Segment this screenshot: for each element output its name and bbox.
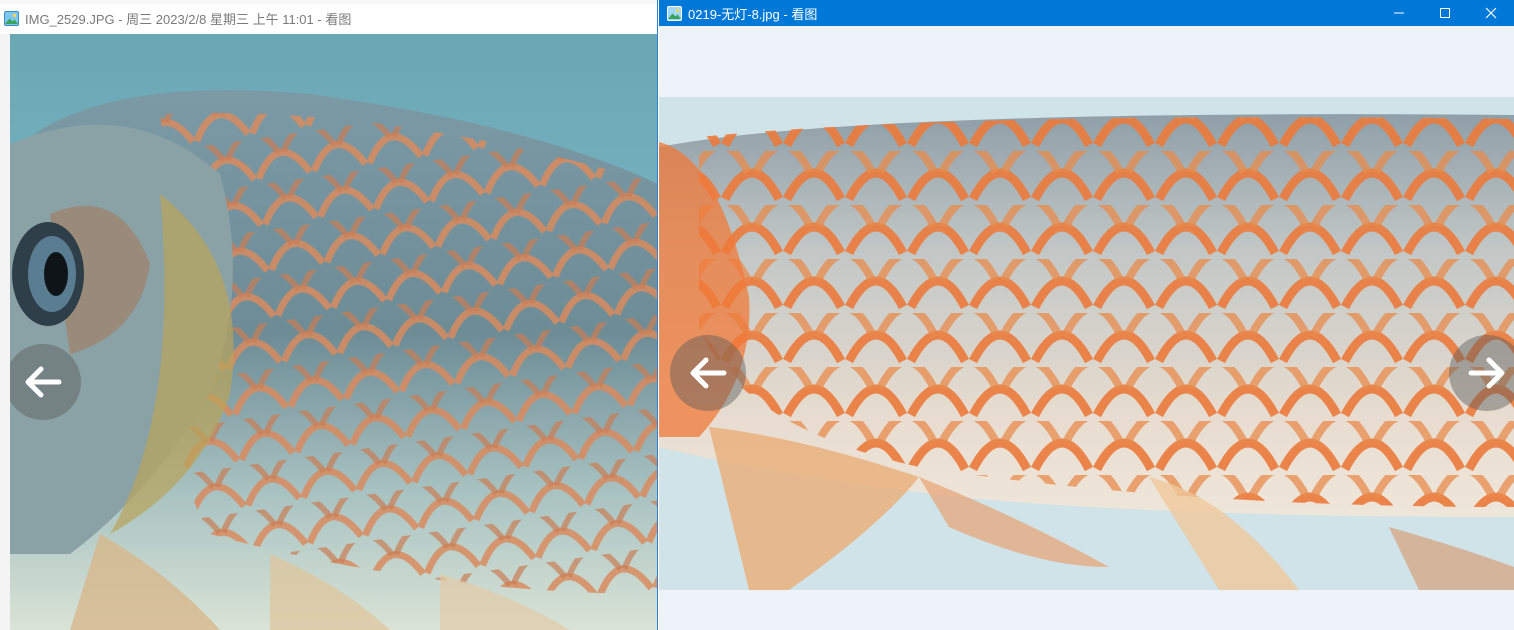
arrow-left-icon: [21, 360, 65, 404]
maximize-icon: [1439, 7, 1451, 19]
window-edge: [0, 34, 10, 630]
previous-image-button[interactable]: [670, 335, 746, 411]
close-icon: [1485, 7, 1497, 19]
minimize-icon: [1393, 7, 1405, 19]
window-title: 0219-无灯-8.jpg - 看图: [688, 6, 818, 22]
arrow-left-icon: [686, 351, 730, 395]
desktop: IMG_2529.JPG - 周三 2023/2/8 星期三 上午 11:01 …: [0, 0, 1514, 630]
window-controls: [1376, 0, 1514, 26]
image-canvas-left[interactable]: [10, 34, 658, 630]
image-viewer-window-right[interactable]: 0219-无灯-8.jpg - 看图: [659, 0, 1514, 630]
maximize-button[interactable]: [1422, 0, 1468, 26]
close-button[interactable]: [1468, 0, 1514, 26]
arrow-right-icon: [1465, 351, 1509, 395]
window-border: [657, 0, 658, 630]
arowana-photo-left: [10, 34, 658, 630]
image-canvas-right[interactable]: [659, 97, 1514, 590]
window-title: IMG_2529.JPG - 周三 2023/2/8 星期三 上午 11:01 …: [25, 11, 352, 27]
titlebar-left[interactable]: IMG_2529.JPG - 周三 2023/2/8 星期三 上午 11:01 …: [0, 4, 658, 32]
minimize-button[interactable]: [1376, 0, 1422, 26]
arowana-photo-right: [659, 97, 1514, 590]
titlebar-right[interactable]: 0219-无灯-8.jpg - 看图: [659, 0, 1514, 26]
image-viewer-icon: [667, 5, 682, 21]
image-viewer-window-left[interactable]: IMG_2529.JPG - 周三 2023/2/8 星期三 上午 11:01 …: [0, 0, 658, 630]
image-viewer-icon: [4, 10, 19, 26]
